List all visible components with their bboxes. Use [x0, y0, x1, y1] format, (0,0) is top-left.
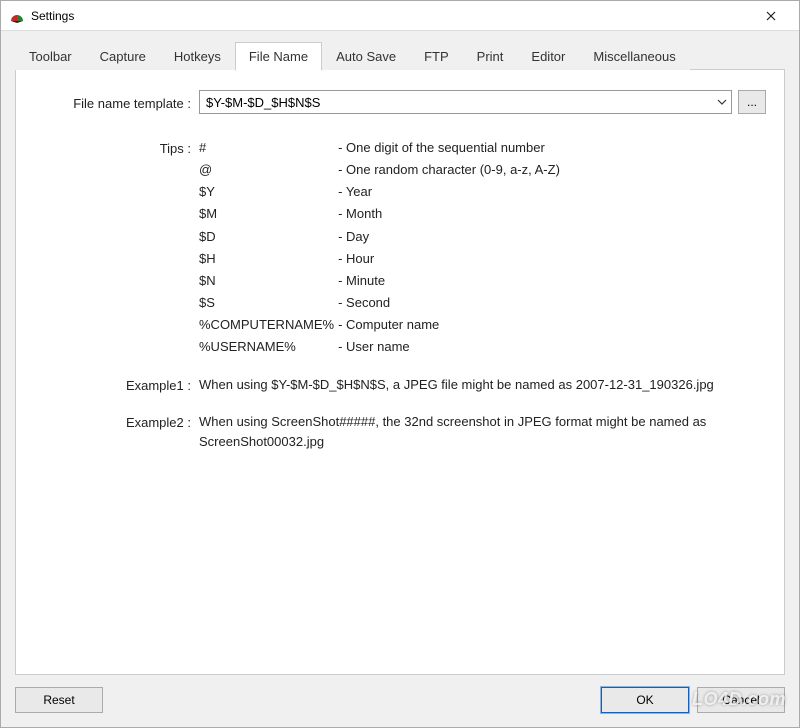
settings-window: Settings Toolbar Capture Hotkeys File Na…: [0, 0, 800, 728]
tab-print[interactable]: Print: [463, 42, 518, 70]
tip-symbol: $M: [199, 204, 334, 224]
tip-symbol: $Y: [199, 182, 334, 202]
chevron-down-icon[interactable]: [713, 97, 731, 108]
example1-label: Example1 :: [34, 375, 199, 393]
tip-symbol: #: [199, 138, 334, 158]
example1-row: Example1 : When using $Y-$M-$D_$H$N$S, a…: [34, 375, 766, 395]
tips-list: # - One digit of the sequential number @…: [199, 138, 766, 357]
tab-panel: File name template : ... Tips : # - One …: [15, 69, 785, 675]
content-area: Toolbar Capture Hotkeys File Name Auto S…: [1, 31, 799, 679]
tab-ftp[interactable]: FTP: [410, 42, 463, 70]
window-title: Settings: [31, 9, 751, 23]
tip-desc: - One random character (0-9, a-z, A-Z): [338, 160, 766, 180]
tip-desc: - One digit of the sequential number: [338, 138, 766, 158]
titlebar: Settings: [1, 1, 799, 31]
template-combo[interactable]: [199, 90, 732, 114]
tip-symbol: $H: [199, 249, 334, 269]
tip-desc: - User name: [338, 337, 766, 357]
tip-desc: - Second: [338, 293, 766, 313]
tip-desc: - Hour: [338, 249, 766, 269]
tip-symbol: $S: [199, 293, 334, 313]
reset-button[interactable]: Reset: [15, 687, 103, 713]
tab-file-name[interactable]: File Name: [235, 42, 322, 71]
tab-miscellaneous[interactable]: Miscellaneous: [579, 42, 689, 70]
app-icon: [9, 8, 25, 24]
footer: Reset OK Cancel: [1, 679, 799, 727]
tip-symbol: @: [199, 160, 334, 180]
browse-button[interactable]: ...: [738, 90, 766, 114]
template-input[interactable]: [200, 93, 713, 112]
tab-hotkeys[interactable]: Hotkeys: [160, 42, 235, 70]
tip-symbol: $N: [199, 271, 334, 291]
tab-toolbar[interactable]: Toolbar: [15, 42, 86, 70]
template-label: File name template :: [34, 93, 199, 111]
tip-desc: - Day: [338, 227, 766, 247]
ok-button[interactable]: OK: [601, 687, 689, 713]
tips-row: Tips : # - One digit of the sequential n…: [34, 138, 766, 357]
tips-label: Tips :: [34, 138, 199, 156]
tip-symbol: %COMPUTERNAME%: [199, 315, 334, 335]
tip-symbol: $D: [199, 227, 334, 247]
tip-desc: - Month: [338, 204, 766, 224]
tabs-bar: Toolbar Capture Hotkeys File Name Auto S…: [15, 41, 785, 70]
tip-desc: - Computer name: [338, 315, 766, 335]
example2-text: When using ScreenShot#####, the 32nd scr…: [199, 412, 766, 452]
tip-desc: - Minute: [338, 271, 766, 291]
tip-desc: - Year: [338, 182, 766, 202]
example2-row: Example2 : When using ScreenShot#####, t…: [34, 412, 766, 452]
close-icon[interactable]: [751, 8, 791, 24]
tab-capture[interactable]: Capture: [86, 42, 160, 70]
tab-auto-save[interactable]: Auto Save: [322, 42, 410, 70]
tab-editor[interactable]: Editor: [517, 42, 579, 70]
template-row: File name template : ...: [34, 90, 766, 114]
example1-text: When using $Y-$M-$D_$H$N$S, a JPEG file …: [199, 375, 766, 395]
example2-label: Example2 :: [34, 412, 199, 430]
cancel-button[interactable]: Cancel: [697, 687, 785, 713]
tip-symbol: %USERNAME%: [199, 337, 334, 357]
